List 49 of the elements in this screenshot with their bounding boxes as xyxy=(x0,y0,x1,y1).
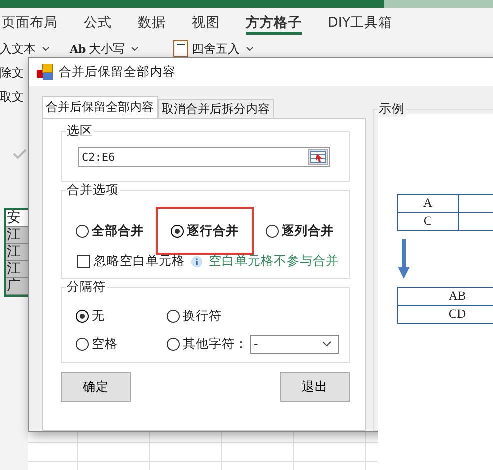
app-icon xyxy=(37,64,53,80)
radio-button[interactable]: 空格 xyxy=(76,334,167,354)
group-title: 选区 xyxy=(66,123,94,139)
radio-button[interactable]: 无 xyxy=(76,306,167,326)
group-title: 示例 xyxy=(378,101,406,117)
button[interactable]: 确定 xyxy=(61,372,131,402)
radio-button[interactable]: 全部合并 xyxy=(76,221,144,241)
ribbon-tab[interactable]: 公式 xyxy=(84,11,112,35)
ribbon-button[interactable]: Ab 大小写 xyxy=(70,40,140,58)
ribbon-tab[interactable]: 页面布局 xyxy=(2,11,58,35)
down-arrow-icon xyxy=(397,239,411,279)
caret-icon xyxy=(246,46,254,52)
info-icon xyxy=(191,254,203,268)
ribbon-tab[interactable]: DIY工具箱 xyxy=(328,11,393,35)
input-field[interactable]: C2:E6 xyxy=(78,147,330,167)
dropdown[interactable]: - xyxy=(250,334,339,354)
table-cell: 江 xyxy=(6,227,28,244)
ribbon-button[interactable]: 四舍五入 xyxy=(173,40,254,58)
tab[interactable]: 合并后保留全部内容 xyxy=(42,96,158,118)
table-cell: 江 xyxy=(6,261,28,278)
hint-text: 空白单元格不参与合并 xyxy=(209,253,339,270)
table-cell: 江 xyxy=(6,244,28,261)
ribbon-button[interactable]: 除文 xyxy=(0,62,28,84)
button[interactable]: 退出 xyxy=(280,372,350,402)
ribbon-tab[interactable]: 视图 xyxy=(192,11,220,35)
table-cell: C xyxy=(398,213,459,230)
caret-icon xyxy=(131,46,140,52)
radio-button[interactable]: 其他字符： xyxy=(167,334,248,354)
chevron-down-icon xyxy=(322,341,332,347)
group-title: 分隔符 xyxy=(66,279,107,295)
ribbon-button[interactable]: 取文 xyxy=(0,86,28,108)
radio-button[interactable]: 逐行合并 xyxy=(158,209,252,253)
radio-button[interactable]: 逐列合并 xyxy=(266,221,334,241)
check-icon xyxy=(12,148,28,160)
radio-button[interactable]: 换行符 xyxy=(167,306,339,326)
range-picker-button[interactable] xyxy=(308,149,328,165)
range-select-icon xyxy=(310,151,326,163)
table-cell: A xyxy=(398,195,459,213)
checkbox[interactable]: 忽略空白单元格 xyxy=(77,253,185,270)
caret-icon xyxy=(42,46,50,52)
ribbon-tab[interactable]: 数据 xyxy=(138,11,166,35)
ribbon-button[interactable]: 入文本 xyxy=(0,40,56,58)
ribbon-tab[interactable]: 方方格子 xyxy=(246,11,302,35)
group-title: 合并选项 xyxy=(66,182,120,198)
table-cell: AB xyxy=(398,288,493,306)
tab[interactable]: 取消合并后拆分内容 xyxy=(158,99,274,118)
table-cell: CD xyxy=(398,306,493,323)
table-cell: 广 xyxy=(6,278,28,295)
window-title: 合并后保留全部内容 xyxy=(59,64,176,80)
